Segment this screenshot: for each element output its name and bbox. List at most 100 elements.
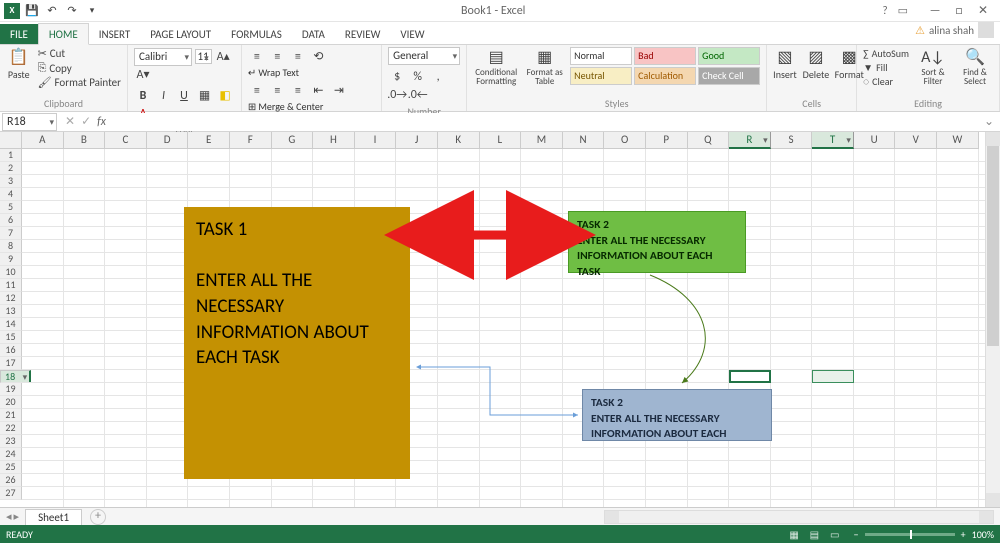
- redo-icon[interactable]: ↷: [64, 3, 80, 19]
- style-normal[interactable]: Normal: [570, 47, 632, 65]
- font-name-select[interactable]: Calibri: [134, 48, 192, 66]
- insert-cells-button[interactable]: ▧Insert: [773, 47, 797, 81]
- col-head-N[interactable]: N: [563, 132, 605, 149]
- tab-home[interactable]: HOME: [38, 23, 89, 45]
- fx-icon[interactable]: fx: [97, 115, 106, 129]
- select-all-corner[interactable]: [0, 132, 22, 149]
- col-head-V[interactable]: V: [895, 132, 937, 149]
- tab-view[interactable]: VIEW: [390, 24, 434, 44]
- sheet-nav-prev-icon[interactable]: ◂: [6, 510, 12, 523]
- col-head-D[interactable]: D: [147, 132, 189, 149]
- col-head-L[interactable]: L: [480, 132, 522, 149]
- col-head-H[interactable]: H: [313, 132, 355, 149]
- align-bottom-icon[interactable]: ≡: [289, 48, 307, 66]
- align-center-icon[interactable]: ≡: [268, 82, 286, 100]
- sort-filter-button[interactable]: A↓Sort & Filter: [915, 47, 951, 87]
- col-head-S[interactable]: S: [771, 132, 813, 149]
- underline-button[interactable]: U: [175, 87, 193, 105]
- col-head-A[interactable]: A: [22, 132, 64, 149]
- format-painter-button[interactable]: 🖌Format Painter: [38, 76, 121, 89]
- comma-icon[interactable]: ,: [429, 68, 447, 86]
- autosum-button[interactable]: ∑AutoSum: [863, 47, 909, 60]
- ribbon-options-icon[interactable]: ▭: [898, 4, 908, 17]
- maximize-button[interactable]: □: [948, 4, 970, 18]
- align-top-icon[interactable]: ≡: [248, 48, 266, 66]
- merge-center-button[interactable]: ⊞Merge & Center: [248, 100, 348, 113]
- style-neutral[interactable]: Neutral: [570, 67, 632, 85]
- zoom-in-icon[interactable]: +: [961, 528, 966, 541]
- col-head-Q[interactable]: Q: [688, 132, 730, 149]
- tab-insert[interactable]: INSERT: [89, 24, 141, 44]
- tab-page-layout[interactable]: PAGE LAYOUT: [140, 24, 221, 44]
- view-buttons[interactable]: ▦ ▤ ▭: [785, 528, 844, 541]
- style-good[interactable]: Good: [698, 47, 760, 65]
- percent-icon[interactable]: %: [409, 68, 427, 86]
- col-head-F[interactable]: F: [230, 132, 272, 149]
- page-layout-view-icon[interactable]: ▤: [805, 528, 823, 541]
- zoom-control[interactable]: − + 100%: [854, 528, 994, 541]
- col-head-C[interactable]: C: [105, 132, 147, 149]
- normal-view-icon[interactable]: ▦: [785, 528, 803, 541]
- save-icon[interactable]: 💾: [24, 3, 40, 19]
- align-middle-icon[interactable]: ≡: [268, 48, 286, 66]
- align-right-icon[interactable]: ≡: [289, 82, 307, 100]
- zoom-level[interactable]: 100%: [972, 528, 994, 541]
- style-check-cell[interactable]: Check Cell: [698, 67, 760, 85]
- sheet-nav-next-icon[interactable]: ▸: [14, 510, 20, 523]
- currency-icon[interactable]: $: [388, 68, 406, 86]
- page-break-view-icon[interactable]: ▭: [826, 528, 844, 541]
- conditional-formatting-button[interactable]: ▤Conditional Formatting: [473, 47, 519, 87]
- minimize-button[interactable]: —: [924, 4, 946, 18]
- name-box[interactable]: R18: [2, 113, 57, 131]
- align-left-icon[interactable]: ≡: [248, 82, 266, 100]
- expand-formula-bar-icon[interactable]: ⌄: [978, 114, 1000, 129]
- shape-task2-blue[interactable]: TASK 2 ENTER ALL THE NECESSARY INFORMATI…: [582, 389, 772, 441]
- col-head-R[interactable]: R: [729, 132, 771, 149]
- vertical-scrollbar[interactable]: [985, 132, 1000, 507]
- border-button[interactable]: ▦: [196, 87, 214, 105]
- fill-button[interactable]: ▼Fill: [863, 61, 909, 74]
- clear-button[interactable]: ◌Clear: [863, 75, 909, 88]
- tab-formulas[interactable]: FORMULAS: [221, 24, 292, 44]
- formula-input[interactable]: [112, 113, 978, 131]
- horizontal-scrollbar[interactable]: [106, 510, 1000, 524]
- font-size-select[interactable]: 11: [195, 49, 212, 64]
- cut-button[interactable]: ✂Cut: [38, 47, 121, 60]
- orientation-icon[interactable]: ⟲: [309, 47, 327, 65]
- col-head-B[interactable]: B: [64, 132, 106, 149]
- style-calculation[interactable]: Calculation: [634, 67, 696, 85]
- col-head-G[interactable]: G: [272, 132, 314, 149]
- paste-button[interactable]: 📋 Paste: [6, 47, 32, 81]
- enter-formula-icon[interactable]: ✓: [81, 114, 91, 129]
- col-head-J[interactable]: J: [396, 132, 438, 149]
- increase-font-icon[interactable]: A▴: [214, 47, 232, 65]
- style-bad[interactable]: Bad: [634, 47, 696, 65]
- decrease-decimal-icon[interactable]: .0←: [409, 86, 427, 104]
- row-head-17[interactable]: 17: [0, 357, 22, 370]
- tab-review[interactable]: REVIEW: [335, 24, 391, 44]
- format-as-table-button[interactable]: ▦Format as Table: [525, 47, 564, 87]
- col-head-O[interactable]: O: [604, 132, 646, 149]
- qat-customize-icon[interactable]: ▾: [84, 3, 100, 19]
- user-name[interactable]: alina shah: [929, 24, 974, 37]
- copy-button[interactable]: ⎘Copy: [38, 61, 121, 75]
- zoom-slider[interactable]: [865, 533, 955, 536]
- help-icon[interactable]: ?: [882, 4, 887, 17]
- bold-button[interactable]: B: [134, 87, 152, 105]
- italic-button[interactable]: I: [155, 87, 173, 105]
- row-head-27[interactable]: 27: [0, 487, 22, 500]
- col-head-K[interactable]: K: [438, 132, 480, 149]
- decrease-font-icon[interactable]: A▾: [134, 66, 152, 84]
- zoom-out-icon[interactable]: −: [854, 528, 859, 541]
- shape-task2-green[interactable]: TASK 2 ENTER ALL THE NECESSARY INFORMATI…: [568, 211, 746, 273]
- spreadsheet-grid[interactable]: ABCDEFGHIJKLMNOPQRSTUVW 1234567891011121…: [0, 132, 1000, 507]
- col-head-U[interactable]: U: [854, 132, 896, 149]
- undo-icon[interactable]: ↶: [44, 3, 60, 19]
- number-format-select[interactable]: General: [388, 47, 460, 65]
- sheet-tab[interactable]: Sheet1: [25, 509, 82, 525]
- increase-indent-icon[interactable]: ⇥: [330, 82, 348, 100]
- wrap-text-button[interactable]: ↵Wrap Text: [248, 66, 328, 79]
- close-button[interactable]: ✕: [972, 3, 994, 18]
- col-head-M[interactable]: M: [521, 132, 563, 149]
- col-head-W[interactable]: W: [937, 132, 979, 149]
